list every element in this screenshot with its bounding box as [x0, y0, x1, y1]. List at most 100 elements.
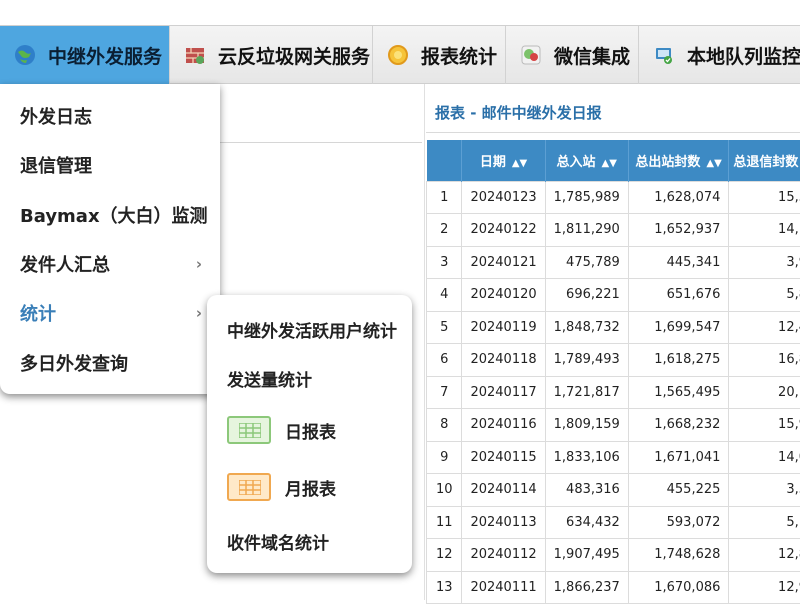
tab-wechat[interactable]: 微信集成 — [506, 26, 639, 84]
table-row[interactable]: 6202401181,789,4931,618,27516,8 — [427, 344, 800, 377]
outbound-cell: 1,628,074 — [628, 181, 729, 214]
submenu-item-monthly-report[interactable]: 月报表 — [227, 472, 336, 502]
sort-icon[interactable]: ▲▼ — [706, 158, 721, 169]
table-row[interactable]: 1120240113634,432593,0725,1 — [427, 506, 800, 539]
bounced-cell: 12,4 — [729, 311, 800, 344]
row-index-cell: 3 — [427, 246, 462, 279]
inbound-cell: 1,785,989 — [545, 181, 628, 214]
table-row[interactable]: 2202401221,811,2901,652,93714,1 — [427, 214, 800, 247]
menu-item-label: Baymax（大白）监测 — [20, 202, 208, 228]
table-row[interactable]: 7202401171,721,8171,565,49520,1 — [427, 376, 800, 409]
statistics-submenu: 中继外发活跃用户统计 发送量统计 日报表 月报表 收件域名统计 — [207, 295, 412, 573]
tab-local-queue-monitor[interactable]: 本地队列监控工 — [639, 26, 800, 84]
wechat-icon — [520, 44, 542, 66]
table-row[interactable]: 1020240114483,316455,2253,5 — [427, 474, 800, 507]
bounced-cell: 12,9 — [729, 571, 800, 604]
chevron-right-icon: › — [196, 304, 202, 322]
date-cell: 20240119 — [462, 311, 545, 344]
menu-item-label: 统计 — [20, 300, 56, 326]
column-header-date[interactable]: 日期▲▼ — [462, 140, 545, 181]
table-body: 1202401231,785,9891,628,07415,5220240122… — [427, 181, 800, 604]
tab-relay-outbound[interactable]: 中继外发服务 — [0, 26, 170, 84]
menu-item-label: 退信管理 — [20, 152, 92, 178]
date-cell: 20240123 — [462, 181, 545, 214]
menu-item-label: 发件人汇总 — [20, 251, 110, 277]
tab-label: 云反垃圾网关服务 — [218, 42, 370, 69]
submenu-item-daily-report[interactable]: 日报表 — [227, 415, 336, 445]
outbound-cell: 1,671,041 — [628, 441, 729, 474]
table-row[interactable]: 5202401191,848,7321,699,54712,4 — [427, 311, 800, 344]
row-index-cell: 5 — [427, 311, 462, 344]
row-index-cell: 11 — [427, 506, 462, 539]
submenu-item-label: 日报表 — [285, 418, 336, 443]
bounced-cell: 14,0 — [729, 441, 800, 474]
daily-report-table: 日期▲▼ 总入站▲▼ 总出站封数▲▼ 总退信封数 1202401231,785,… — [426, 140, 800, 604]
tab-cloud-antispam[interactable]: 云反垃圾网关服务 — [170, 26, 373, 84]
table-row[interactable]: 12202401121,907,4951,748,62812,8 — [427, 539, 800, 572]
inbound-cell: 475,789 — [545, 246, 628, 279]
table-row[interactable]: 420240120696,221651,6765,8 — [427, 279, 800, 312]
inbound-cell: 1,907,495 — [545, 539, 628, 572]
menu-item-label: 多日外发查询 — [20, 350, 128, 376]
menu-item-statistics[interactable]: 统计 › — [20, 298, 210, 328]
column-header-index — [427, 140, 462, 181]
bounced-cell: 3,5 — [729, 474, 800, 507]
tab-reports[interactable]: 报表统计 — [373, 26, 506, 84]
date-cell: 20240112 — [462, 539, 545, 572]
column-header-inbound[interactable]: 总入站▲▼ — [545, 140, 628, 181]
column-header-bounced[interactable]: 总退信封数 — [729, 140, 800, 181]
row-index-cell: 13 — [427, 571, 462, 604]
table-row[interactable]: 13202401111,866,2371,670,08612,9 — [427, 571, 800, 604]
submenu-item-label: 中继外发活跃用户统计 — [227, 317, 397, 342]
inbound-cell: 483,316 — [545, 474, 628, 507]
menu-item-outbound-log[interactable]: 外发日志 — [20, 101, 210, 131]
date-cell: 20240121 — [462, 246, 545, 279]
row-index-cell: 10 — [427, 474, 462, 507]
outbound-cell: 1,652,937 — [628, 214, 729, 247]
outbound-cell: 651,676 — [628, 279, 729, 312]
table-row[interactable]: 320240121475,789445,3413,9 — [427, 246, 800, 279]
sort-icon[interactable]: ▲▼ — [602, 158, 617, 169]
submenu-item-volume-stats[interactable]: 发送量统计 — [227, 363, 312, 393]
report-title-underline — [426, 132, 800, 133]
bounced-cell: 15,5 — [729, 181, 800, 214]
date-cell: 20240117 — [462, 376, 545, 409]
inbound-cell: 1,721,817 — [545, 376, 628, 409]
menu-item-sender-summary[interactable]: 发件人汇总 › — [20, 249, 210, 279]
outbound-cell: 1,670,086 — [628, 571, 729, 604]
submenu-item-active-users[interactable]: 中继外发活跃用户统计 — [227, 314, 397, 344]
row-index-cell: 8 — [427, 409, 462, 442]
coin-icon — [387, 44, 409, 66]
sort-icon[interactable]: ▲▼ — [512, 158, 527, 169]
row-index-cell: 7 — [427, 376, 462, 409]
bounced-cell: 15,9 — [729, 409, 800, 442]
bounced-cell: 5,8 — [729, 279, 800, 312]
row-index-cell: 1 — [427, 181, 462, 214]
submenu-item-label: 收件域名统计 — [227, 529, 329, 554]
tab-label: 本地队列监控工 — [687, 42, 800, 69]
chevron-right-icon: › — [196, 206, 202, 224]
table-header-row: 日期▲▼ 总入站▲▼ 总出站封数▲▼ 总退信封数 — [427, 140, 800, 181]
table-row[interactable]: 8202401161,809,1591,668,23215,9 — [427, 409, 800, 442]
tab-label: 中继外发服务 — [48, 42, 162, 69]
chevron-right-icon: › — [196, 255, 202, 273]
column-header-outbound[interactable]: 总出站封数▲▼ — [628, 140, 729, 181]
bounced-cell: 12,8 — [729, 539, 800, 572]
globe-icon — [14, 44, 36, 66]
date-cell: 20240111 — [462, 571, 545, 604]
menu-item-multiday-query[interactable]: 多日外发查询 — [20, 348, 210, 378]
submenu-item-recipient-domain-stats[interactable]: 收件域名统计 — [227, 526, 329, 556]
submenu-item-label: 月报表 — [285, 475, 336, 500]
outbound-cell: 1,748,628 — [628, 539, 729, 572]
date-cell: 20240115 — [462, 441, 545, 474]
relay-outbound-dropdown-menu: 外发日志 退信管理 Baymax（大白）监测 › 发件人汇总 › 统计 › 多日… — [0, 84, 220, 394]
table-row[interactable]: 1202401231,785,9891,628,07415,5 — [427, 181, 800, 214]
row-index-cell: 6 — [427, 344, 462, 377]
outbound-cell: 1,565,495 — [628, 376, 729, 409]
menu-item-baymax-monitor[interactable]: Baymax（大白）监测 › — [20, 200, 210, 230]
bounced-cell: 5,1 — [729, 506, 800, 539]
menu-item-bounce-management[interactable]: 退信管理 — [20, 150, 210, 180]
panel-divider — [200, 142, 422, 143]
outbound-cell: 445,341 — [628, 246, 729, 279]
table-row[interactable]: 9202401151,833,1061,671,04114,0 — [427, 441, 800, 474]
